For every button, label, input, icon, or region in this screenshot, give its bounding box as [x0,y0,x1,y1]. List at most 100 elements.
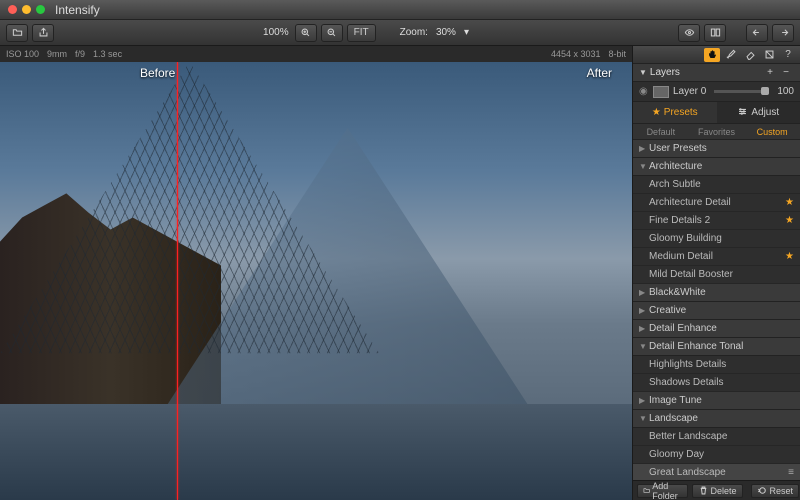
fit-label: FIT [354,27,369,38]
redo-button[interactable] [772,24,794,42]
delete-label: Delete [711,486,737,496]
preset-subtabs: Default Favorites Custom [633,124,800,140]
canvas-panel: ISO 100 9mm f/9 1.3 sec 4454 x 3031 8-bi… [0,46,632,500]
main-area: ISO 100 9mm f/9 1.3 sec 4454 x 3031 8-bi… [0,46,800,500]
add-folder-button[interactable]: Add Folder [637,484,688,498]
tab-presets[interactable]: ★Presets [633,102,717,123]
preset-category[interactable]: ▼Architecture [633,158,800,176]
sliders-icon[interactable]: ≡ [788,467,794,478]
preset-category[interactable]: ▶Detail Enhance [633,320,800,338]
preset-item[interactable]: Better Landscape [633,428,800,446]
triangle-right-icon: ▶ [639,396,649,405]
compare-button[interactable] [704,24,726,42]
app-title: Intensify [55,3,100,17]
close-window-button[interactable] [8,5,17,14]
tab-adjust[interactable]: Adjust [717,102,800,123]
layer-opacity-value: 100 [777,86,794,97]
layers-title: Layers [650,67,762,78]
category-label: Architecture [649,161,702,172]
preset-item[interactable]: Medium Detail★ [633,248,800,266]
hand-tool-button[interactable] [704,48,720,62]
category-label: Image Tune [649,395,702,406]
preset-category[interactable]: ▶Black&White [633,284,800,302]
zoom-out-button[interactable] [321,24,343,42]
preset-category[interactable]: ▶User Presets [633,140,800,158]
preset-item[interactable]: Great Landscape≡ [633,464,800,480]
layer-opacity-slider[interactable] [714,90,769,93]
zoom-value: 30% [434,27,458,38]
zoom-dropdown-icon[interactable]: ▾ [462,27,471,38]
preset-category[interactable]: ▶Image Tune [633,392,800,410]
compare-split-handle[interactable] [177,62,178,500]
after-label: After [587,66,612,80]
preset-category[interactable]: ▶Creative [633,302,800,320]
triangle-right-icon: ▶ [639,306,649,315]
delete-preset-button[interactable]: Delete [692,484,743,498]
canvas[interactable]: Before After [0,62,632,500]
preset-label: Better Landscape [649,431,727,442]
preset-item[interactable]: Architecture Detail ★ [633,194,800,212]
image-water-shape [0,404,632,500]
remove-layer-button[interactable]: − [778,66,794,80]
star-icon: ★ [785,251,794,262]
info-bitdepth: 8-bit [608,49,626,59]
info-shutter: 1.3 sec [93,49,122,59]
triangle-right-icon: ▶ [639,288,649,297]
preset-label: Highlights Details [649,359,726,370]
preset-label: Gloomy Day [649,449,704,460]
preset-category[interactable]: ▼Landscape [633,410,800,428]
category-label: Creative [649,305,686,316]
layers-header: ▼ Layers + − [633,64,800,82]
triangle-right-icon: ▶ [639,324,649,333]
preset-item[interactable]: Fine Details 2★ [633,212,800,230]
preset-list[interactable]: ▶User Presets▼ArchitectureArch SubtleArc… [633,140,800,480]
minimize-window-button[interactable] [22,5,31,14]
preset-item[interactable]: Shadows Details [633,374,800,392]
reset-button[interactable]: Reset [751,484,800,498]
preview-button[interactable] [678,24,700,42]
tab-presets-label: Presets [664,107,698,118]
zoom-in-button[interactable] [295,24,317,42]
layer-row[interactable]: ◉ Layer 0 100 [633,82,800,102]
preset-item[interactable]: Highlights Details [633,356,800,374]
info-dimensions: 4454 x 3031 [551,49,601,59]
preset-item[interactable]: Arch Subtle [633,176,800,194]
toolbar: 100% FIT Zoom: 30% ▾ [0,20,800,46]
sidebar-footer: Add Folder Delete Reset [633,480,800,500]
sidebar: ? ▼ Layers + − ◉ Layer 0 100 ★Presets Ad… [632,46,800,500]
triangle-down-icon: ▼ [639,414,649,423]
export-button[interactable] [32,24,54,42]
undo-button[interactable] [746,24,768,42]
star-icon: ★ [652,107,661,118]
subtab-favorites[interactable]: Favorites [689,124,745,139]
brush-tool-button[interactable] [723,48,739,62]
preset-label: Arch Subtle [649,179,701,190]
before-label: Before [140,66,175,80]
info-iso: ISO 100 [6,49,39,59]
layer-visibility-icon[interactable]: ◉ [639,86,649,97]
subtab-default[interactable]: Default [633,124,689,139]
fit-button[interactable]: FIT [347,24,376,42]
help-button[interactable]: ? [780,48,796,62]
subtab-custom[interactable]: Custom [744,124,800,139]
add-layer-button[interactable]: + [762,66,778,80]
eraser-tool-button[interactable] [742,48,758,62]
preset-item[interactable]: Gloomy Building [633,230,800,248]
category-label: Landscape [649,413,698,424]
preset-item[interactable]: Mild Detail Booster [633,266,800,284]
category-label: Detail Enhance Tonal [649,341,743,352]
category-label: Detail Enhance [649,323,717,334]
open-file-button[interactable] [6,24,28,42]
preset-item[interactable]: Gloomy Day [633,446,800,464]
triangle-down-icon: ▼ [639,68,647,77]
category-label: Black&White [649,287,706,298]
info-aperture: f/9 [75,49,85,59]
preset-label: Fine Details 2 [649,215,710,226]
star-icon: ★ [785,197,794,208]
sliders-icon [737,106,748,120]
preset-category[interactable]: ▼Detail Enhance Tonal [633,338,800,356]
preset-label: Architecture Detail [649,197,731,208]
zoom-window-button[interactable] [36,5,45,14]
triangle-down-icon: ▼ [639,162,649,171]
gradient-tool-button[interactable] [761,48,777,62]
